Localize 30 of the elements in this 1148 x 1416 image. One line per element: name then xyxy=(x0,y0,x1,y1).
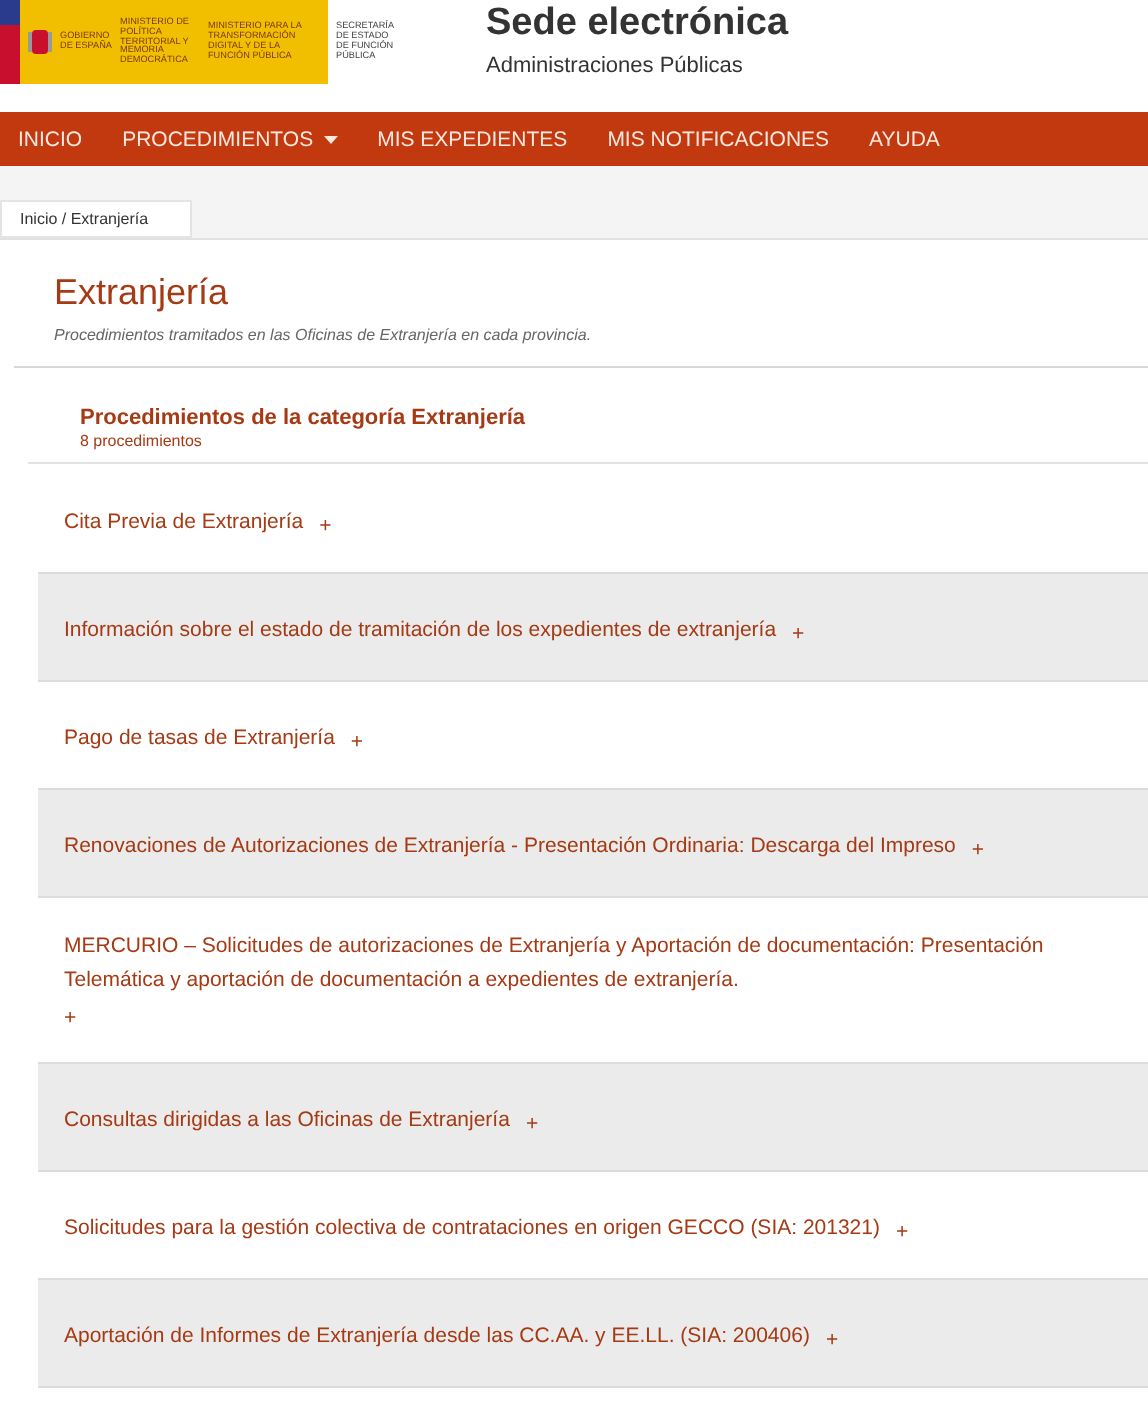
expand-toggle[interactable]: + xyxy=(350,730,364,754)
nav-link[interactable]: MIS NOTIFICACIONES xyxy=(607,127,830,151)
nav-link[interactable]: INICIO xyxy=(18,127,83,151)
site-title: Sede electrónica xyxy=(486,2,789,46)
expand-toggle[interactable]: + xyxy=(971,838,985,862)
procedure-link[interactable]: Aportación de Informes de Extranjería desde las CC.AA. y EE.LL. (SIA: 200406) xyxy=(64,1320,810,1354)
nav-link[interactable]: AYUDA xyxy=(869,127,940,151)
category-title: Procedimientos de la categoría Extranjería xyxy=(80,406,528,430)
procedure-link[interactable]: Renovaciones de Autorizaciones de Extranjería - Presentación Ordinaria: Descarga del Impreso xyxy=(64,830,956,864)
procedure-link[interactable]: Pago de tasas de Extranjería xyxy=(64,722,335,756)
nav-link[interactable]: PROCEDIMIENTOS xyxy=(122,127,338,151)
expand-toggle[interactable]: + xyxy=(319,514,332,538)
expand-toggle[interactable]: + xyxy=(792,622,805,646)
procedure-link[interactable]: Consultas dirigidas a las Oficinas de Extranjería xyxy=(64,1104,510,1138)
expand-toggle[interactable]: + xyxy=(64,1006,77,1030)
expand-toggle[interactable]: + xyxy=(525,1112,539,1136)
procedure-link[interactable]: Información sobre el estado de tramitación de los expedientes de extranjería xyxy=(64,614,777,648)
nav-link[interactable]: MIS EXPEDIENTES xyxy=(377,127,568,151)
page-description: Procedimientos tramitados en las Oficinas de Extranjería en cada provincia. xyxy=(54,326,594,344)
page-title: Extranjería xyxy=(54,272,231,314)
expand-toggle[interactable]: + xyxy=(895,1220,909,1244)
expand-toggle[interactable]: + xyxy=(825,1328,839,1352)
procedure-link[interactable]: MERCURIO – Solicitudes de autorizaciones de Extranjería y Aportación de documentación: Presentación Telemática y aportación de documentación a expedientes de extranjería. xyxy=(64,930,1108,998)
site-subtitle: Administraciones Públicas xyxy=(486,54,745,78)
procedure-count: 8 procedimientos xyxy=(80,432,204,450)
procedure-link[interactable]: Cita Previa de Extranjería xyxy=(64,506,304,540)
flag-icon xyxy=(0,0,20,84)
coat-of-arms-icon xyxy=(28,26,52,58)
procedure-link[interactable]: Solicitudes para la gestión colectiva de contrataciones en origen GECCO (SIA: 201321) xyxy=(64,1212,880,1246)
breadcrumb[interactable]: Inicio / Extranjería xyxy=(0,200,192,238)
